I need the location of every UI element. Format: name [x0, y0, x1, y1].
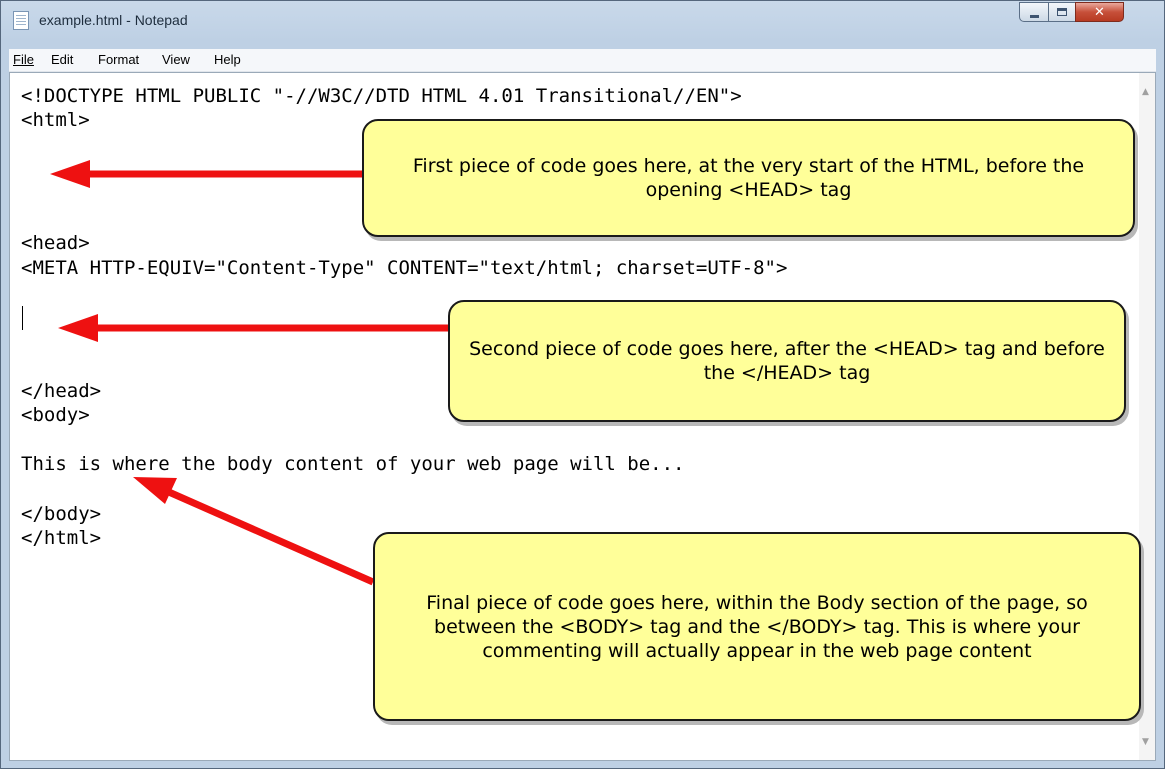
minimize-button[interactable]	[1019, 2, 1049, 22]
maximize-button[interactable]	[1048, 2, 1076, 22]
code-line: </html>	[21, 527, 102, 549]
callout-final-text: Final piece of code goes here, within th…	[426, 591, 1088, 662]
menu-file-label: File	[13, 52, 34, 67]
code-line: </head>	[21, 380, 102, 402]
menu-help[interactable]: Help	[214, 52, 241, 67]
code-line: <head>	[21, 232, 90, 254]
menu-help-label: Help	[214, 52, 241, 67]
code-line: <!DOCTYPE HTML PUBLIC "-//W3C//DTD HTML …	[21, 85, 742, 107]
menu-view-label: View	[162, 52, 190, 67]
menu-view[interactable]: View	[162, 52, 190, 67]
menu-edit[interactable]: Edit	[51, 52, 73, 67]
window-title: example.html - Notepad	[39, 12, 188, 28]
menu-edit-label: Edit	[51, 52, 74, 67]
scroll-down-icon[interactable]: ▼	[1142, 737, 1149, 747]
code-line: <META HTTP-EQUIV="Content-Type" CONTENT=…	[21, 257, 788, 279]
callout-second-text: Second piece of code goes here, after th…	[469, 338, 1105, 384]
vertical-scrollbar[interactable]: ▲ ▼	[1139, 73, 1155, 760]
scroll-up-icon[interactable]: ▲	[1142, 87, 1149, 97]
callout-second: Second piece of code goes here, after th…	[448, 300, 1126, 422]
code-line: <html>	[21, 109, 90, 131]
code-line: This is where the body content of your w…	[21, 453, 685, 475]
close-button[interactable]	[1075, 2, 1124, 22]
code-line: </body>	[21, 503, 102, 525]
callout-first-text: First piece of code goes here, at the ve…	[412, 155, 1085, 201]
notepad-icon[interactable]	[13, 11, 29, 30]
menu-bar: File Edit Format View Help	[9, 49, 1156, 72]
text-caret	[22, 306, 23, 330]
menu-format[interactable]: Format	[98, 52, 139, 67]
title-bar[interactable]: example.html - Notepad	[1, 1, 1164, 41]
code-line: <body>	[21, 404, 90, 426]
menu-format-label: Format	[98, 52, 140, 67]
menu-file[interactable]: File	[13, 52, 34, 67]
callout-first: First piece of code goes here, at the ve…	[362, 119, 1135, 237]
callout-final: Final piece of code goes here, within th…	[373, 532, 1141, 721]
